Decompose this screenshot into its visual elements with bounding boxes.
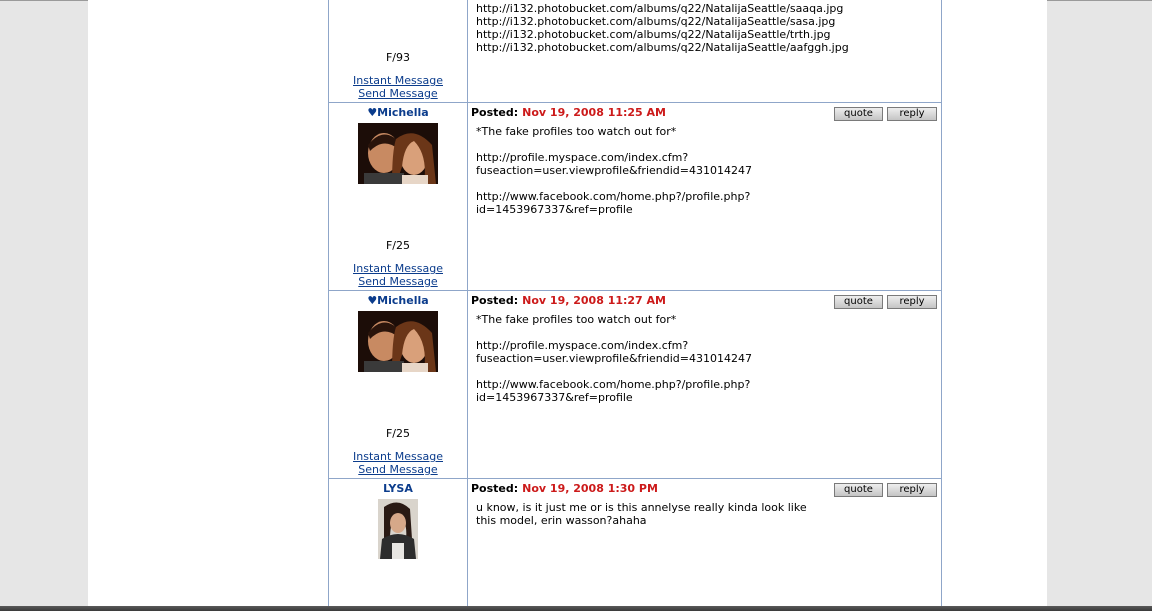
quote-button[interactable]: quote: [834, 295, 883, 309]
post-content: Posted: Nov 19, 2008 11:25 AM quote reply…: [468, 103, 941, 290]
author-column: ♥Michella F/25 Instant Message Send Mess…: [329, 291, 468, 478]
reply-button[interactable]: reply: [887, 107, 937, 121]
author-username[interactable]: LYSA: [329, 482, 467, 495]
post-row: ♥Michella F/25 Instant Message Send Mess…: [329, 103, 941, 291]
post-row: F/93 Instant Message Send Message http:/…: [329, 0, 941, 103]
author-column: ♥Michella F/25 Instant Message Send Mess…: [329, 103, 468, 290]
post-body: http://i132.photobucket.com/albums/q22/N…: [476, 2, 849, 54]
reply-button[interactable]: reply: [887, 295, 937, 309]
quote-button[interactable]: quote: [834, 107, 883, 121]
post-row: LYSA Posted:Nov 19, 2008 1:30 PM quote: [329, 479, 941, 606]
posted-label: Posted:: [471, 294, 519, 307]
post-body: u know, is it just me or is this annelys…: [476, 501, 807, 527]
bottom-scrollbar: [0, 606, 1152, 611]
author-avatar[interactable]: [378, 499, 418, 559]
author-avatar[interactable]: [358, 311, 438, 372]
post-date: Nov 19, 2008 11:27 AM: [522, 294, 666, 307]
author-username[interactable]: ♥Michella: [329, 106, 467, 119]
quote-button[interactable]: quote: [834, 483, 883, 497]
author-column: LYSA: [329, 479, 468, 606]
author-demographic: F/93: [385, 51, 411, 64]
posted-label: Posted:: [471, 106, 519, 119]
instant-message-link[interactable]: Instant Message: [329, 74, 467, 87]
post-body: *The fake profiles too watch out for* ht…: [476, 125, 752, 216]
send-message-link[interactable]: Send Message: [329, 87, 467, 100]
post-header: Posted: Nov 19, 2008 11:27 AM: [471, 294, 666, 307]
post-content: http://i132.photobucket.com/albums/q22/N…: [468, 0, 941, 102]
posted-label: Posted:: [471, 482, 519, 495]
send-message-link[interactable]: Send Message: [329, 463, 467, 476]
forum-page: F/93 Instant Message Send Message http:/…: [88, 0, 1047, 606]
author-username[interactable]: ♥Michella: [329, 294, 467, 307]
post-body: *The fake profiles too watch out for* ht…: [476, 313, 752, 404]
post-content: Posted: Nov 19, 2008 11:27 AM quote reply…: [468, 291, 941, 478]
author-avatar[interactable]: [358, 123, 438, 184]
post-table: F/93 Instant Message Send Message http:/…: [328, 0, 942, 606]
post-date: Nov 19, 2008 1:30 PM: [522, 482, 658, 495]
send-message-link[interactable]: Send Message: [329, 275, 467, 288]
instant-message-link[interactable]: Instant Message: [329, 450, 467, 463]
author-demographic: F/25: [385, 427, 411, 440]
post-header: Posted: Nov 19, 2008 11:25 AM: [471, 106, 666, 119]
post-content: Posted: Nov 19, 2008 1:30 PM quote reply …: [468, 479, 941, 606]
post-date: Nov 19, 2008 11:25 AM: [522, 106, 666, 119]
reply-button[interactable]: reply: [887, 483, 937, 497]
instant-message-link[interactable]: Instant Message: [329, 262, 467, 275]
author-column: F/93 Instant Message Send Message: [329, 0, 468, 102]
post-header: Posted: Nov 19, 2008 1:30 PM: [471, 482, 658, 495]
post-row: ♥Michella F/25 Instant Message Send Mess…: [329, 291, 941, 479]
author-demographic: F/25: [385, 239, 411, 252]
